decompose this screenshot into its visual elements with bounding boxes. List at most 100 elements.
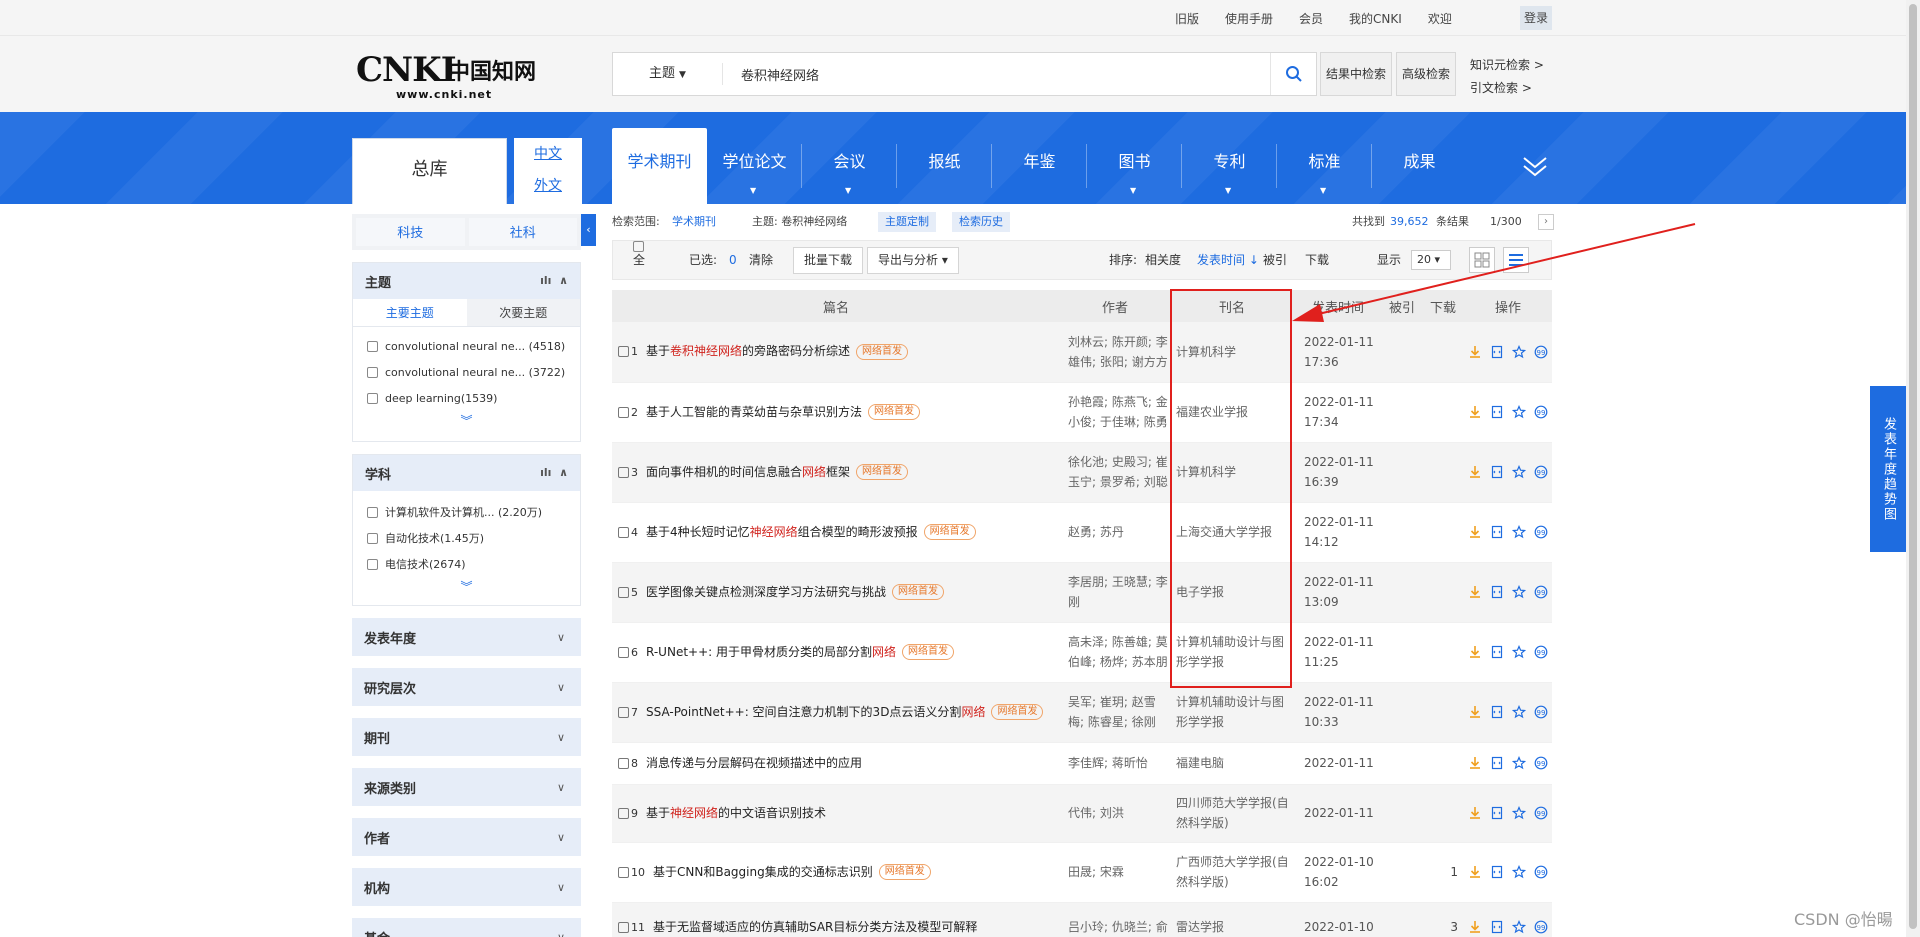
download-icon[interactable] [1468, 345, 1482, 359]
facet-group-collapsed[interactable]: 机构 ∨ [352, 868, 581, 906]
lang-foreign-link[interactable]: 外文 [514, 170, 582, 202]
collapse-sidebar-button[interactable]: ‹ [581, 214, 596, 246]
download-icon[interactable] [1468, 585, 1482, 599]
result-source[interactable]: 广西师范大学学报(自然科学版) [1170, 842, 1294, 903]
result-source[interactable]: 计算机辅助设计与图形学学报 [1170, 682, 1294, 743]
show-more-icon[interactable]: ︾ [353, 577, 580, 597]
html-read-icon[interactable] [1490, 465, 1504, 479]
cite-quote-icon[interactable]: 99 [1534, 865, 1548, 879]
facet-group-collapsed[interactable]: 研究层次 ∨ [352, 668, 581, 706]
export-analysis-button[interactable]: 导出与分析 ▾ [867, 247, 959, 274]
result-author[interactable]: 李佳辉; 蒋昕怡 [1060, 742, 1170, 785]
facet-item[interactable]: 电信技术(2674) [353, 551, 580, 577]
result-author[interactable]: 田晟; 宋霖 [1060, 842, 1170, 903]
result-author[interactable]: 代伟; 刘洪 [1060, 784, 1170, 843]
batch-download-button[interactable]: 批量下载 [793, 247, 864, 274]
html-read-icon[interactable] [1490, 756, 1504, 770]
html-read-icon[interactable] [1490, 705, 1504, 719]
facet-group-collapsed[interactable]: 基金 ∨ [352, 918, 581, 937]
result-source[interactable]: 雷达学报 [1170, 902, 1294, 937]
result-title-link[interactable]: 基于神经网络的中文语音识别技术 [646, 806, 826, 820]
sort-relevance[interactable]: 相关度 [1145, 241, 1181, 279]
checkbox[interactable] [367, 366, 378, 378]
tab-database-4[interactable]: 年鉴 [992, 128, 1087, 204]
col-title[interactable]: 篇名 [612, 290, 1060, 322]
html-read-icon[interactable] [1490, 345, 1504, 359]
download-icon[interactable] [1468, 525, 1482, 539]
checkbox[interactable] [367, 558, 378, 570]
cnki-logo[interactable]: CNKI 中国知网 www.cnki.net [356, 50, 536, 101]
show-more-icon[interactable]: ︾ [353, 411, 580, 431]
sort-by-time[interactable]: 发表时间 ↓ [1197, 241, 1259, 279]
link-member[interactable]: 会员 [1299, 10, 1323, 27]
result-title-link[interactable]: 基于卷积神经网络的旁路密码分析综述 [646, 344, 850, 358]
row-checkbox[interactable] [618, 346, 629, 358]
tab-database-5[interactable]: 图书 ▼ [1087, 128, 1182, 204]
chart-collapse-icon[interactable]: ılı ∧ [540, 263, 568, 299]
result-source[interactable]: 四川师范大学学报(自然科学版) [1170, 784, 1294, 843]
result-title-link[interactable]: 面向事件相机的时间信息融合网络框架 [646, 465, 850, 479]
topic-facet-header[interactable]: 主题 ılı ∧ [353, 263, 580, 299]
cite-quote-icon[interactable]: 99 [1534, 465, 1548, 479]
checkbox[interactable] [367, 340, 378, 352]
row-checkbox[interactable] [618, 866, 629, 878]
lang-chinese-link[interactable]: 中文 [514, 138, 582, 170]
page-scrollbar[interactable] [1906, 0, 1920, 937]
cite-quote-icon[interactable]: 99 [1534, 705, 1548, 719]
topic-custom-button[interactable]: 主题定制 [878, 212, 936, 232]
html-read-icon[interactable] [1490, 525, 1504, 539]
tab-database-6[interactable]: 专利 ▼ [1182, 128, 1277, 204]
result-title-link[interactable]: SSA-PointNet++: 空间自注意力机制下的3D点云语义分割网络 [646, 705, 985, 719]
cite-quote-icon[interactable]: 99 [1534, 920, 1548, 934]
favorite-star-icon[interactable] [1511, 806, 1527, 820]
clear-link[interactable]: 清除 [749, 241, 773, 279]
result-title-link[interactable]: 基于人工智能的青菜幼苗与杂草识别方法 [646, 405, 862, 419]
subject-facet-header[interactable]: 学科 ılı ∧ [353, 455, 580, 491]
result-author[interactable]: 徐化池; 史殿习; 崔玉宁; 景罗希; 刘聪 [1060, 442, 1170, 503]
cite-quote-icon[interactable]: 99 [1534, 756, 1548, 770]
facet-group-collapsed[interactable]: 作者 ∨ [352, 818, 581, 856]
html-read-icon[interactable] [1490, 806, 1504, 820]
tab-science[interactable]: 科技 [356, 218, 465, 246]
result-source[interactable]: 福建电脑 [1170, 742, 1294, 785]
html-read-icon[interactable] [1490, 865, 1504, 879]
favorite-star-icon[interactable] [1511, 920, 1527, 934]
login-button[interactable]: 登录 [1520, 6, 1552, 30]
scrollbar-thumb[interactable] [1909, 4, 1917, 929]
facet-group-collapsed[interactable]: 发表年度 ∨ [352, 618, 581, 656]
row-checkbox[interactable] [618, 526, 629, 538]
download-icon[interactable] [1468, 465, 1482, 479]
citation-search-link[interactable]: 引文检索 > [1470, 77, 1544, 100]
annual-trend-button[interactable]: 发表年度趋势图 [1870, 386, 1906, 552]
expand-chevron-icon[interactable] [1520, 150, 1550, 180]
facet-group-collapsed[interactable]: 来源类别 ∨ [352, 768, 581, 806]
download-icon[interactable] [1468, 806, 1482, 820]
row-checkbox[interactable] [618, 406, 629, 418]
favorite-star-icon[interactable] [1511, 405, 1527, 419]
row-checkbox[interactable] [618, 706, 629, 718]
tab-database-2[interactable]: 会议 ▼ [802, 128, 897, 204]
result-title-link[interactable]: 基于4种长短时记忆神经网络组合模型的畸形波预报 [646, 525, 918, 539]
search-type-select[interactable]: 主题 ▼ [613, 63, 723, 85]
favorite-star-icon[interactable] [1511, 525, 1527, 539]
favorite-star-icon[interactable] [1511, 645, 1527, 659]
result-title-link[interactable]: R-UNet++: 用于甲骨材质分类的局部分割网络 [646, 645, 896, 659]
row-checkbox[interactable] [618, 921, 629, 933]
result-title-link[interactable]: 基于无监督域适应的仿真辅助SAR目标分类方法及模型可解释 [653, 920, 977, 934]
html-read-icon[interactable] [1490, 405, 1504, 419]
facet-item[interactable]: deep learning(1539) [353, 385, 580, 411]
result-title-link[interactable]: 基于CNN和Bagging集成的交通标志识别 [653, 865, 873, 879]
html-read-icon[interactable] [1490, 920, 1504, 934]
result-author[interactable]: 吕小玲; 仇晓兰; 俞 [1060, 902, 1170, 937]
search-input[interactable] [723, 66, 1270, 82]
result-author[interactable]: 李居朋; 王晓慧; 李刚 [1060, 562, 1170, 623]
search-button[interactable] [1270, 53, 1316, 95]
checkbox[interactable] [367, 506, 378, 518]
favorite-star-icon[interactable] [1511, 344, 1527, 359]
download-icon[interactable] [1468, 705, 1482, 719]
row-checkbox[interactable] [618, 807, 629, 819]
checkbox[interactable] [367, 392, 378, 404]
tab-database-7[interactable]: 标准 ▼ [1277, 128, 1372, 204]
html-read-icon[interactable] [1490, 645, 1504, 659]
link-old-version[interactable]: 旧版 [1175, 10, 1199, 27]
